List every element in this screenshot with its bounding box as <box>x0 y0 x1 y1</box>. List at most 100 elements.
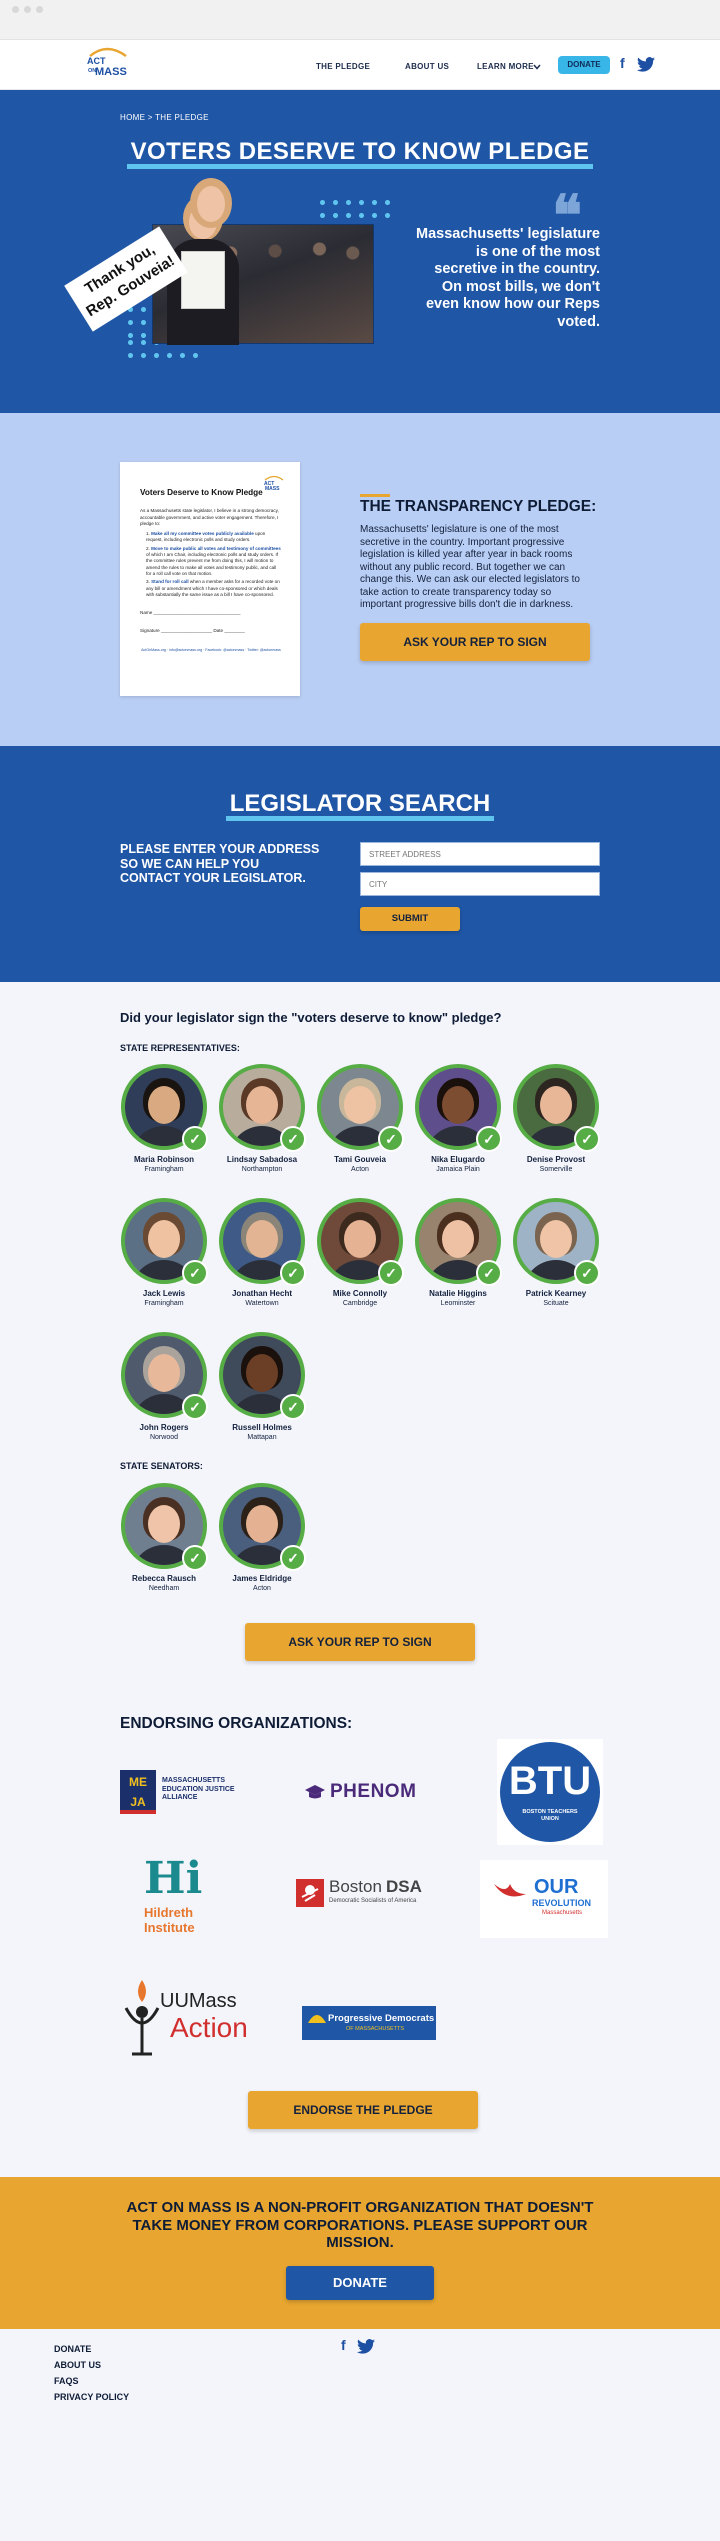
nav-link-learn-more[interactable]: LEARN MORE <box>477 62 534 71</box>
btu-text: BOSTON TEACHERS UNION <box>522 1809 578 1822</box>
doc-item: 1. Make all my committee votes publicly … <box>146 531 266 543</box>
our-line3: Massachusetts <box>542 1910 583 1916</box>
nav-link-about-us[interactable]: ABOUT US <box>405 62 449 71</box>
legislator-card[interactable]: ✓ Russell Holmes Mattapan <box>218 1332 306 1441</box>
heading-accent-bar <box>360 494 390 497</box>
legislator-town: Mattapan <box>247 1434 277 1441</box>
window-dot <box>36 6 43 13</box>
support-cta-text: ACT ON MASS IS A NON-PROFIT ORGANIZATION… <box>126 2199 594 2251</box>
our-revolution-logo[interactable]: OUR REVOLUTION Massachusetts <box>480 1860 608 1938</box>
twitter-icon[interactable] <box>357 2339 375 2354</box>
legislator-name: Rebecca Rausch <box>131 1574 197 1583</box>
graduation-cap-icon <box>305 1785 325 1799</box>
sunrise-icon <box>308 2015 326 2023</box>
footer-link-faqs[interactable]: FAQS <box>54 2376 79 2386</box>
legislator-name: Jonathan Hecht <box>231 1289 292 1298</box>
legislator-card[interactable]: ✓ Maria Robinson Framingham <box>120 1064 208 1173</box>
window-dot <box>12 6 19 13</box>
top-navigation: ACT ON MASS THE PLEDGE ABOUT US LEARN MO… <box>0 40 720 90</box>
signed-check-icon: ✓ <box>280 1126 306 1152</box>
breadcrumb[interactable]: HOME > THE PLEDGE <box>120 113 209 122</box>
legislator-card[interactable]: ✓ James Eldridge Acton <box>218 1483 306 1592</box>
btu-mark: BTU <box>508 1759 592 1803</box>
held-document <box>181 251 225 309</box>
legislator-card[interactable]: ✓ Tami Gouveia Acton <box>316 1064 404 1173</box>
facebook-icon[interactable]: f <box>341 2337 346 2353</box>
legislator-name: Russell Holmes <box>232 1423 292 1432</box>
signed-check-icon: ✓ <box>476 1126 502 1152</box>
street-address-input[interactable] <box>360 842 600 866</box>
state-reps-label: STATE REPRESENTATIVES: <box>120 1043 240 1053</box>
logo-line3: MASS <box>95 66 127 78</box>
hildreth-logo[interactable]: Hi Hildreth Institute <box>140 1855 230 1947</box>
footer-link-donate[interactable]: DONATE <box>54 2344 91 2354</box>
legislator-town: Acton <box>253 1585 271 1592</box>
decorative-dots <box>316 196 394 222</box>
chevron-down-icon[interactable] <box>533 64 541 70</box>
face-shape <box>246 1086 278 1124</box>
act-on-mass-logo[interactable]: ACT ON MASS <box>82 44 132 86</box>
dsa-word1: Boston <box>329 1877 382 1896</box>
legislator-card[interactable]: ✓ Patrick Kearney Scituate <box>512 1198 600 1307</box>
signed-check-icon: ✓ <box>280 1394 306 1420</box>
pledge-heading: THE TRANSPARENCY PLEDGE: <box>360 498 597 515</box>
endorse-pledge-button[interactable]: ENDORSE THE PLEDGE <box>248 2091 478 2129</box>
legislator-name: Lindsay Sabadosa <box>226 1155 298 1164</box>
facebook-icon[interactable]: f <box>620 55 625 71</box>
legislator-card[interactable]: ✓ Lindsay Sabadosa Northampton <box>218 1064 306 1173</box>
meja-text: MASSACHUSETTS EDUCATION JUSTICE ALLIANCE <box>162 1777 235 1801</box>
doc-item-lead: Make all my committee votes publicly ava… <box>151 531 254 537</box>
legislator-card[interactable]: ✓ John Rogers Norwood <box>120 1332 208 1441</box>
doc-item: 2. Move to make public all votes and tes… <box>146 545 281 576</box>
browser-chrome <box>0 0 720 40</box>
submit-button[interactable]: SUBMIT <box>360 907 460 931</box>
window-dot <box>24 6 31 13</box>
hildreth-mark: Hi <box>144 1853 203 1904</box>
btu-logo[interactable]: BTU BOSTON TEACHERS UNION <box>497 1739 603 1845</box>
nav-link-the-pledge[interactable]: THE PLEDGE <box>316 62 370 71</box>
pdm-text: Progressive Democrats <box>328 2013 435 2024</box>
legislator-card[interactable]: ✓ Nika Elugardo Jamaica Plain <box>414 1064 502 1173</box>
face-shape <box>344 1086 376 1124</box>
signed-check-icon: ✓ <box>280 1260 306 1286</box>
boston-dsa-logo[interactable]: Boston DSA Democratic Socialists of Amer… <box>296 1877 436 1909</box>
signed-check-icon: ✓ <box>378 1260 404 1286</box>
doc-logo-line3: MASS <box>265 486 280 492</box>
donate-button[interactable]: DONATE <box>286 2266 434 2300</box>
our-line2: REVOLUTION <box>532 1898 592 1908</box>
uumass-line1: UUMass <box>160 1990 237 2012</box>
ask-rep-button[interactable]: ASK YOUR REP TO SIGN <box>360 623 590 661</box>
endorsing-orgs-title: ENDORSING ORGANIZATIONS: <box>120 1715 353 1732</box>
legislator-card[interactable]: ✓ Natalie Higgins Leominster <box>414 1198 502 1307</box>
dsa-word2: DSA <box>386 1877 422 1896</box>
signed-check-icon: ✓ <box>182 1394 208 1420</box>
twitter-icon[interactable] <box>637 57 655 72</box>
doc-name-line: Name __________________________________ <box>140 610 241 616</box>
legislator-card[interactable]: ✓ Jack Lewis Framingham <box>120 1198 208 1307</box>
nav-donate-button[interactable]: DONATE <box>558 56 610 74</box>
legislator-town: Norwood <box>149 1434 178 1441</box>
legislator-search-title: LEGISLATOR SEARCH <box>0 790 720 821</box>
face-shape <box>540 1220 572 1258</box>
doc-signature-line: Signature ____________________ Date ____… <box>140 628 245 634</box>
legislator-card[interactable]: ✓ Rebecca Rausch Needham <box>120 1483 208 1592</box>
footer-link-privacy-policy[interactable]: PRIVACY POLICY <box>54 2392 129 2402</box>
pledge-body: Massachusetts' legislature is one of the… <box>360 524 580 610</box>
legislator-town: Scituate <box>543 1300 569 1307</box>
pledge-document[interactable]: ACT MASS Voters Deserve to Know Pledge A… <box>120 462 300 696</box>
progressive-democrats-logo[interactable]: Progressive Democrats OF MASSACHUSETTS <box>302 2006 436 2040</box>
phenom-text: PHENOM <box>330 1781 417 1802</box>
legislator-name: Denise Provost <box>526 1155 586 1164</box>
footer-link-about-us[interactable]: ABOUT US <box>54 2360 101 2370</box>
phenom-logo[interactable]: PHENOM <box>300 1780 430 1804</box>
legislator-town: Acton <box>351 1166 369 1173</box>
ask-rep-button-2[interactable]: ASK YOUR REP TO SIGN <box>245 1623 475 1661</box>
uumass-action-logo[interactable]: UUMass Action <box>120 1972 260 2058</box>
legislator-card[interactable]: ✓ Mike Connolly Cambridge <box>316 1198 404 1307</box>
city-input[interactable] <box>360 872 600 896</box>
legislator-card[interactable]: ✓ Jonathan Hecht Watertown <box>218 1198 306 1307</box>
meja-logo[interactable]: ME JA MASSACHUSETTS EDUCATION JUSTICE AL… <box>120 1770 252 1816</box>
legislator-card[interactable]: ✓ Denise Provost Somerville <box>512 1064 600 1173</box>
face-shape <box>148 1505 180 1543</box>
hildreth-text: Hildreth Institute <box>144 1905 195 1935</box>
